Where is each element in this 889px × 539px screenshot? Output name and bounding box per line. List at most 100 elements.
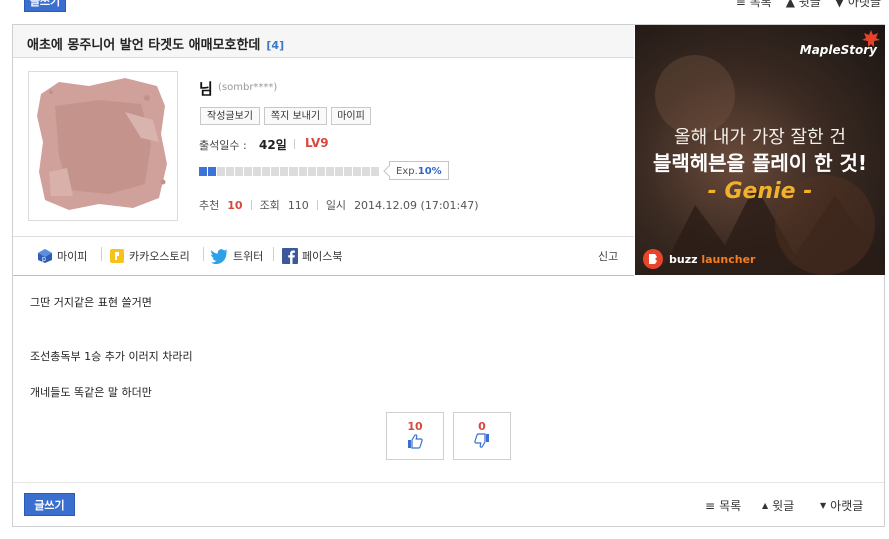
launcher-text: launcher (701, 252, 756, 266)
share-kakaostory[interactable]: 카카오스토리 (109, 248, 190, 264)
post-stats: 추천 10 조회 110 일시 2014.12.09 (17:01:47) (199, 197, 479, 213)
exp-segment (325, 167, 334, 176)
divider (294, 139, 295, 149)
ad-headline-1: 올해 내가 가장 잘한 건 (674, 127, 846, 148)
divider (13, 482, 884, 483)
share-twitter-label: 트위터 (233, 250, 264, 263)
facebook-icon (282, 248, 298, 264)
top-prev-link[interactable]: ▲ 윗글 (786, 0, 821, 10)
buzz-launcher-logo: buzz launcher (643, 249, 755, 269)
post-title: 애초에 몽주니어 발언 타겟도 애매모호한데 [4] (27, 34, 284, 53)
divider (316, 200, 318, 210)
list-icon: ≡ (705, 498, 716, 513)
mypi-icon: p (38, 249, 52, 263)
post-content-line: 개네들도 똑같은 말 하더만 (30, 386, 152, 399)
list-link[interactable]: ≡ 목록 (705, 497, 741, 514)
divider (273, 247, 274, 261)
exp-segment (343, 167, 352, 176)
post-content-line: 조선총독부 1승 추가 이러지 차라리 (30, 350, 193, 363)
share-mypi-label: 마이피 (57, 250, 88, 263)
views-value: 110 (287, 198, 309, 212)
profile-avatar[interactable] (28, 71, 178, 221)
exp-segment (253, 167, 262, 176)
share-kakaostory-label: 카카오스토리 (129, 250, 190, 263)
author-id: (sombr****) (218, 82, 278, 93)
comment-count[interactable]: [4] (266, 39, 284, 52)
share-mypi[interactable]: p 마이피 (37, 248, 87, 264)
author-nickname[interactable]: 님 (199, 78, 213, 99)
top-prev-label: 윗글 (798, 0, 821, 9)
mypi-button[interactable]: 마이피 (331, 107, 371, 125)
recommend-value: 10 (227, 198, 243, 212)
svg-text:p: p (42, 256, 46, 263)
top-list-label: 목록 (749, 0, 772, 9)
ad-headline-2: 블랙헤븐을 플레이 한 것! (652, 151, 867, 175)
ad-brand-logo: MapleStory (799, 43, 877, 57)
caret-up-icon: ▲ (762, 501, 769, 510)
exp-progress-bar (199, 167, 379, 176)
top-next-link[interactable]: ▼ 아랫글 (835, 0, 881, 10)
exp-segment (280, 167, 289, 176)
exp-segment (262, 167, 271, 176)
buzz-text: buzz (669, 252, 698, 266)
exp-segment (226, 167, 235, 176)
next-post-label: 아랫글 (830, 499, 864, 513)
attendance-label: 출석일수 : (199, 139, 247, 152)
post-content-line: 그딴 거지같은 표현 쓸거면 (30, 296, 152, 309)
kakaostory-icon (110, 249, 124, 263)
exp-segment (208, 167, 217, 176)
share-facebook-label: 페이스북 (302, 250, 343, 263)
level-badge: LV9 (305, 136, 329, 150)
thumbs-down-icon (474, 433, 489, 448)
exp-segment (271, 167, 280, 176)
exp-segment (289, 167, 298, 176)
exp-segment (370, 167, 379, 176)
divider (203, 247, 204, 261)
top-next-label: 아랫글 (847, 0, 881, 9)
thumbs-up-icon (408, 434, 423, 449)
exp-segment (235, 167, 244, 176)
view-posts-button[interactable]: 작성글보기 (200, 107, 260, 125)
upvote-button[interactable]: 10 (386, 412, 444, 460)
date-value: 2014.12.09 (17:01:47) (354, 198, 479, 212)
views-label: 조회 (259, 199, 280, 212)
prev-post-link[interactable]: ▲ 윗글 (762, 497, 794, 514)
attendance-value: 42일 (259, 138, 287, 152)
exp-segment (334, 167, 343, 176)
advertisement-banner[interactable]: MapleStory 올해 내가 가장 잘한 건 블랙헤븐을 플레이 한 것! … (635, 25, 885, 275)
post-title-text: 애초에 몽주니어 발언 타겟도 애매모호한데 (27, 38, 261, 53)
list-label: 목록 (719, 499, 742, 513)
divider (101, 247, 102, 261)
twitter-icon (211, 249, 228, 264)
exp-segment (199, 167, 208, 176)
prev-post-label: 윗글 (772, 499, 795, 513)
exp-tooltip: Exp.10% (389, 161, 449, 180)
share-twitter[interactable]: 트위터 (211, 248, 263, 264)
next-post-link[interactable]: ▼ 아랫글 (820, 497, 863, 514)
exp-segment (217, 167, 226, 176)
exp-segment (352, 167, 361, 176)
ad-tagline: - Genie - (707, 179, 813, 204)
caret-down-icon: ▼ (820, 501, 827, 510)
downvote-count: 0 (478, 420, 486, 433)
exp-segment (361, 167, 370, 176)
exp-segment (316, 167, 325, 176)
exp-segment (298, 167, 307, 176)
exp-segment (307, 167, 316, 176)
divider (250, 200, 252, 210)
buzz-icon (643, 249, 663, 269)
top-post-navigation: ≡ 목록 ▲ 윗글 ▼ 아랫글 (736, 0, 881, 10)
report-link[interactable]: 신고 (598, 248, 618, 264)
write-button[interactable]: 글쓰기 (24, 493, 75, 516)
share-facebook[interactable]: 페이스북 (282, 248, 342, 264)
date-label: 일시 (325, 199, 347, 212)
top-write-button[interactable]: 글쓰기 (24, 0, 66, 12)
upvote-count: 10 (407, 420, 423, 433)
recommend-label: 추천 (199, 199, 220, 212)
send-message-button[interactable]: 쪽지 보내기 (264, 107, 327, 125)
downvote-button[interactable]: 0 (453, 412, 511, 460)
avatar-image (37, 78, 167, 210)
exp-label: Exp. (396, 166, 418, 177)
top-list-link[interactable]: ≡ 목록 (736, 0, 772, 10)
exp-segment (244, 167, 253, 176)
